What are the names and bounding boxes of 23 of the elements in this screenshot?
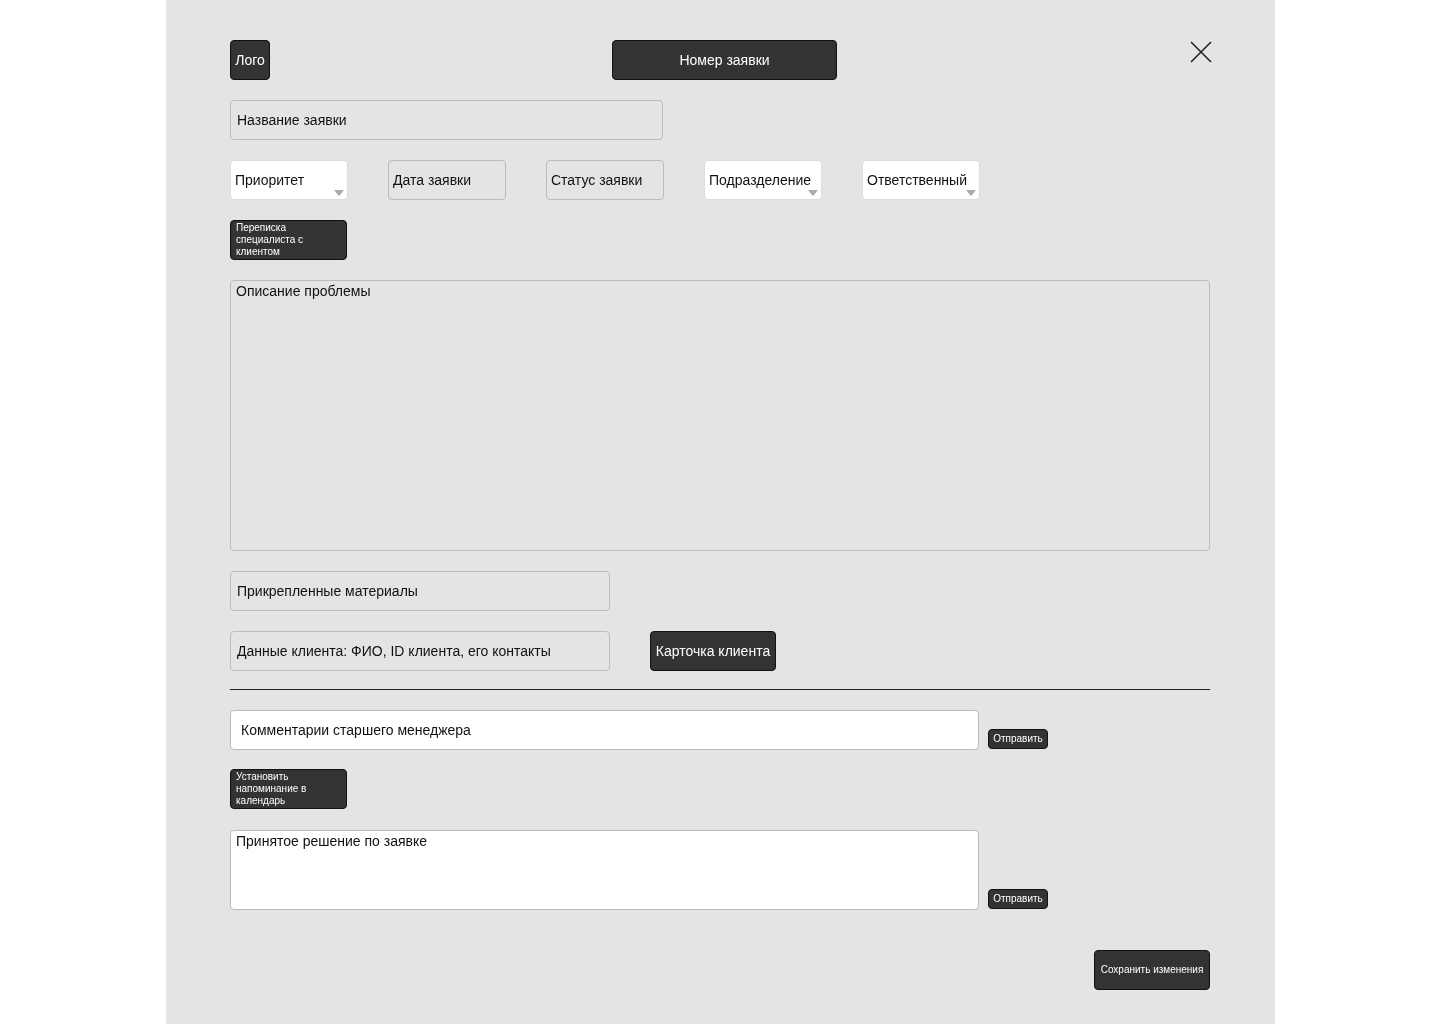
dropdown-arrow-icon: [966, 190, 976, 196]
request-number-button[interactable]: Номер заявки: [612, 40, 837, 80]
correspondence-button[interactable]: Переписка специалиста с клиентом: [230, 220, 347, 260]
dropdown-arrow-icon: [808, 190, 818, 196]
attachments-field[interactable]: Прикрепленные материалы: [230, 571, 610, 611]
close-icon[interactable]: [1189, 40, 1213, 64]
request-title-field[interactable]: Название заявки: [230, 100, 663, 140]
reminder-button[interactable]: Установить напоминание в календарь: [230, 769, 347, 809]
send-button[interactable]: Отправить: [988, 729, 1048, 749]
dropdown-arrow-icon: [334, 190, 344, 196]
dropdown-field[interactable]: Ответственный: [862, 160, 980, 200]
client-card-button[interactable]: Карточка клиента: [650, 631, 776, 671]
logo-button[interactable]: Лого: [230, 40, 270, 80]
description-field[interactable]: Описание проблемы: [230, 280, 1210, 551]
dropdown-field[interactable]: Приоритет: [230, 160, 348, 200]
send-button[interactable]: Отправить: [988, 889, 1048, 909]
decision-field[interactable]: Принятое решение по заявке: [230, 830, 979, 910]
manager-comment-field[interactable]: Комментарии старшего менеджера: [230, 710, 979, 750]
save-changes-button[interactable]: Сохранить изменения: [1094, 950, 1210, 990]
input-field[interactable]: Дата заявки: [388, 160, 506, 200]
dropdown-field[interactable]: Подразделение: [704, 160, 822, 200]
client-data-field[interactable]: Данные клиента: ФИО, ID клиента, его контакты: [230, 631, 610, 671]
input-field[interactable]: Статус заявки: [546, 160, 664, 200]
